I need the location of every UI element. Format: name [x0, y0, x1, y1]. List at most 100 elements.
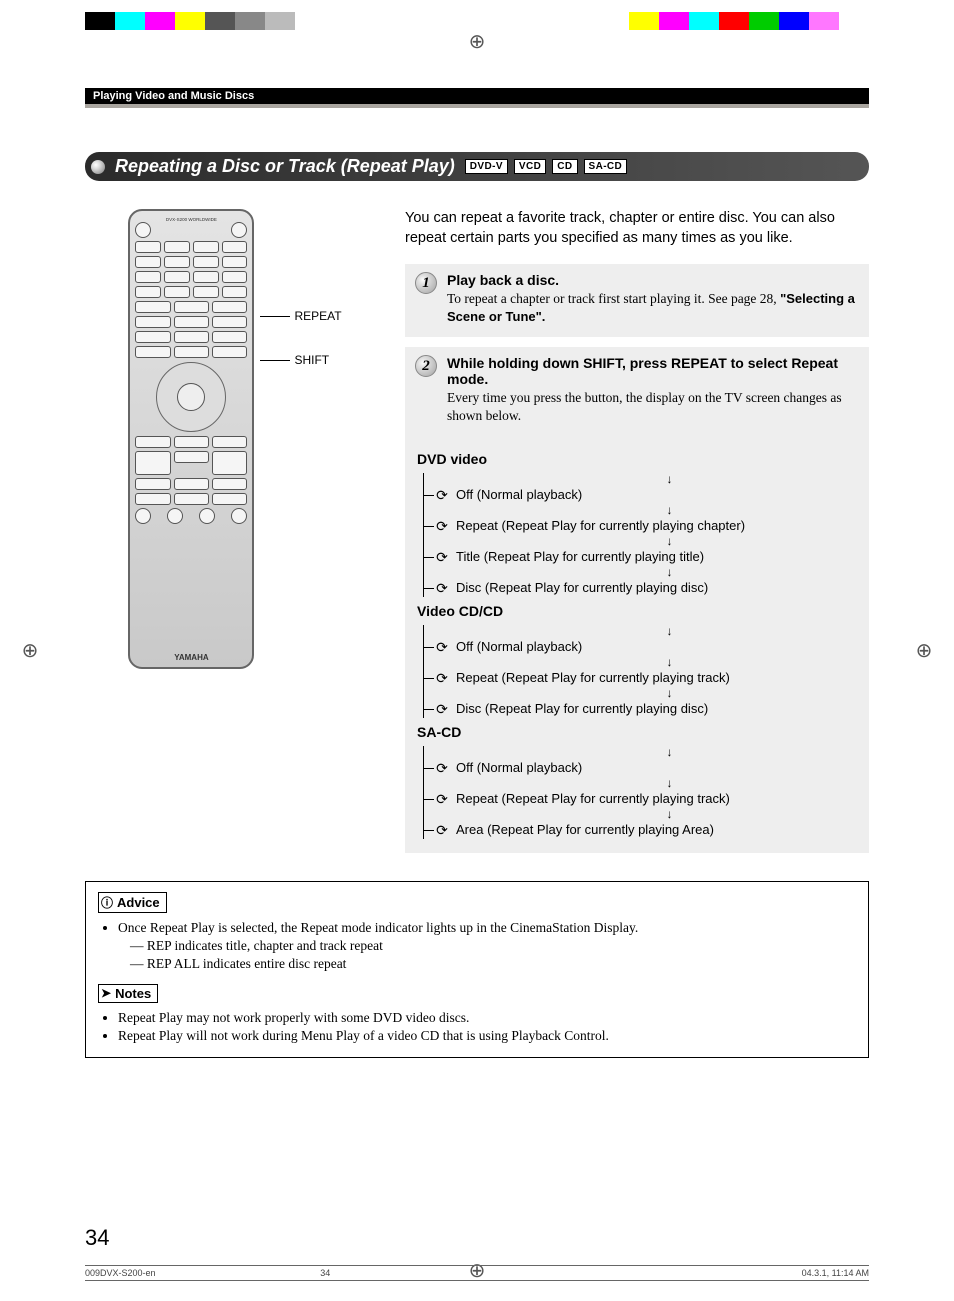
- flow-title: Video CD/CD: [417, 603, 857, 619]
- arrow-down-icon: ↓: [424, 656, 857, 668]
- arrow-down-icon: ↓: [424, 504, 857, 516]
- arrow-down-icon: ↓: [424, 746, 857, 758]
- registration-swatch: [376, 12, 427, 30]
- advice-sub-item: REP ALL indicates entire disc repeat: [130, 955, 856, 973]
- media-tags: DVD-V VCD CD SA-CD: [465, 159, 627, 174]
- flow-item-text: Off (Normal playback): [456, 487, 582, 502]
- crosshair-top: ⊕: [467, 32, 487, 52]
- registration-swatch: [265, 12, 295, 30]
- repeat-icon: ⟳: [434, 582, 450, 594]
- registration-swatch: [528, 12, 579, 30]
- flow-item: ⟳ Repeat (Repeat Play for currently playi…: [424, 516, 857, 535]
- step-1: 1 Play back a disc. To repeat a chapter …: [405, 264, 869, 336]
- flow-item: ⟳ Title (Repeat Play for currently playin…: [424, 547, 857, 566]
- breadcrumb: Playing Video and Music Discs: [85, 88, 869, 108]
- repeat-icon: ⟳: [434, 551, 450, 563]
- registration-swatch: [175, 12, 205, 30]
- media-tag: CD: [552, 159, 577, 174]
- flow-item-text: Off (Normal playback): [456, 760, 582, 775]
- step-number-icon: 2: [415, 355, 437, 377]
- registration-swatch: [85, 12, 115, 30]
- footer-page: 34: [320, 1268, 330, 1278]
- bullet-icon: [91, 160, 105, 174]
- registration-swatch: [115, 12, 145, 30]
- step-heading: While holding down SHIFT, press REPEAT t…: [447, 355, 859, 387]
- notes-item: Repeat Play will not work during Menu Pl…: [118, 1027, 856, 1045]
- arrow-down-icon: ↓: [424, 473, 857, 485]
- arrow-down-icon: ↓: [424, 777, 857, 789]
- footer-meta: 009DVX-S200-en 34 04.3.1, 11:14 AM: [85, 1265, 869, 1281]
- registration-swatch: [295, 12, 325, 30]
- flow-item: ⟳ Off (Normal playback): [424, 485, 857, 504]
- flow-item: ⟳ Repeat (Repeat Play for currently playi…: [424, 668, 857, 687]
- flow-container: DVD video ↓ ⟳ Off (Normal playback) ↓ ⟳ Repeat…: [405, 435, 869, 853]
- flow-item: ⟳Off (Normal playback): [424, 758, 857, 777]
- info-icon: ⓘ: [101, 894, 113, 911]
- repeat-icon: ⟳: [434, 489, 450, 501]
- registration-swatch: [839, 12, 869, 30]
- registration-swatch: [477, 12, 528, 30]
- registration-swatch: [325, 12, 376, 30]
- callout-shift: SHIFT: [260, 353, 341, 367]
- flow-item-text: Off (Normal playback): [456, 639, 582, 654]
- flow-item: ⟳ Disc (Repeat Play for currently playing…: [424, 699, 857, 718]
- flow-item: ⟳ Off (Normal playback): [424, 637, 857, 656]
- flow-title: DVD video: [417, 451, 857, 467]
- step-text: Every time you press the button, the dis…: [447, 389, 859, 425]
- registration-bar: [85, 12, 869, 30]
- flow-item-text: Disc (Repeat Play for currently playing …: [456, 701, 708, 716]
- registration-swatch: [629, 12, 659, 30]
- intro-text: You can repeat a favorite track, chapter…: [405, 209, 869, 248]
- notes-item: Repeat Play may not work properly with s…: [118, 1009, 856, 1027]
- flow-chart: ↓⟳Off (Normal playback)↓⟳Repeat (Repeat …: [423, 746, 857, 839]
- advice-sub-item: REP indicates title, chapter and track r…: [130, 937, 856, 955]
- step-heading: Play back a disc.: [447, 272, 859, 288]
- advice-notes-box: ⓘ Advice Once Repeat Play is selected, t…: [85, 881, 869, 1058]
- registration-swatch: [689, 12, 719, 30]
- callout-repeat: REPEAT: [260, 309, 341, 323]
- crosshair-left: ⊕: [20, 641, 40, 661]
- page: Playing Video and Music Discs Repeating …: [85, 88, 869, 1261]
- registration-swatch: [235, 12, 265, 30]
- flow-item-text: Repeat (Repeat Play for currently playin…: [456, 670, 730, 685]
- arrow-down-icon: ↓: [424, 566, 857, 578]
- registration-swatch: [779, 12, 809, 30]
- step-text: To repeat a chapter or track first start…: [447, 290, 859, 326]
- registration-swatch: [659, 12, 689, 30]
- footer-file: 009DVX-S200-en: [85, 1268, 156, 1278]
- flow-item-text: Repeat (Repeat Play for currently playin…: [456, 518, 745, 533]
- section-title: Repeating a Disc or Track (Repeat Play): [115, 156, 455, 177]
- flow-item-text: Title (Repeat Play for currently playing…: [456, 549, 704, 564]
- flow-item: ⟳Area (Repeat Play for currently playing…: [424, 820, 857, 839]
- repeat-icon: ⟳: [434, 520, 450, 532]
- advice-item: Once Repeat Play is selected, the Repeat…: [118, 919, 856, 974]
- registration-swatch: [578, 12, 629, 30]
- flow-chart: ↓ ⟳ Off (Normal playback) ↓ ⟳ Repeat (Repeat …: [423, 473, 857, 597]
- step-number-icon: 1: [415, 272, 437, 294]
- repeat-icon: ⟳: [434, 793, 450, 805]
- notes-label: ➤ Notes: [98, 984, 158, 1003]
- advice-list: Once Repeat Play is selected, the Repeat…: [98, 919, 856, 974]
- registration-swatch: [145, 12, 175, 30]
- crosshair-right: ⊕: [914, 641, 934, 661]
- registration-swatch: [809, 12, 839, 30]
- arrow-down-icon: ↓: [424, 808, 857, 820]
- flow-chart: ↓ ⟳ Off (Normal playback) ↓ ⟳ Repeat (Repeat …: [423, 625, 857, 718]
- content-column: You can repeat a favorite track, chapter…: [405, 209, 869, 853]
- repeat-icon: ⟳: [434, 672, 450, 684]
- media-tag: DVD-V: [465, 159, 508, 174]
- arrow-down-icon: ↓: [424, 625, 857, 637]
- flow-item-text: Area (Repeat Play for currently playing …: [456, 822, 714, 837]
- registration-swatch: [749, 12, 779, 30]
- repeat-icon: ⟳: [434, 703, 450, 715]
- page-number: 34: [85, 1225, 109, 1251]
- flow-item-text: Disc (Repeat Play for currently playing …: [456, 580, 708, 595]
- arrow-down-icon: ↓: [424, 687, 857, 699]
- remote-column: DVX-S200 WORLDWIDE ENTER Y: [85, 209, 385, 853]
- flow-item: ⟳Repeat (Repeat Play for currently playi…: [424, 789, 857, 808]
- registration-swatch: [205, 12, 235, 30]
- repeat-icon: ⟳: [434, 641, 450, 653]
- section-title-bar: Repeating a Disc or Track (Repeat Play) …: [85, 152, 869, 181]
- arrow-down-icon: ↓: [424, 535, 857, 547]
- notes-list: Repeat Play may not work properly with s…: [98, 1009, 856, 1045]
